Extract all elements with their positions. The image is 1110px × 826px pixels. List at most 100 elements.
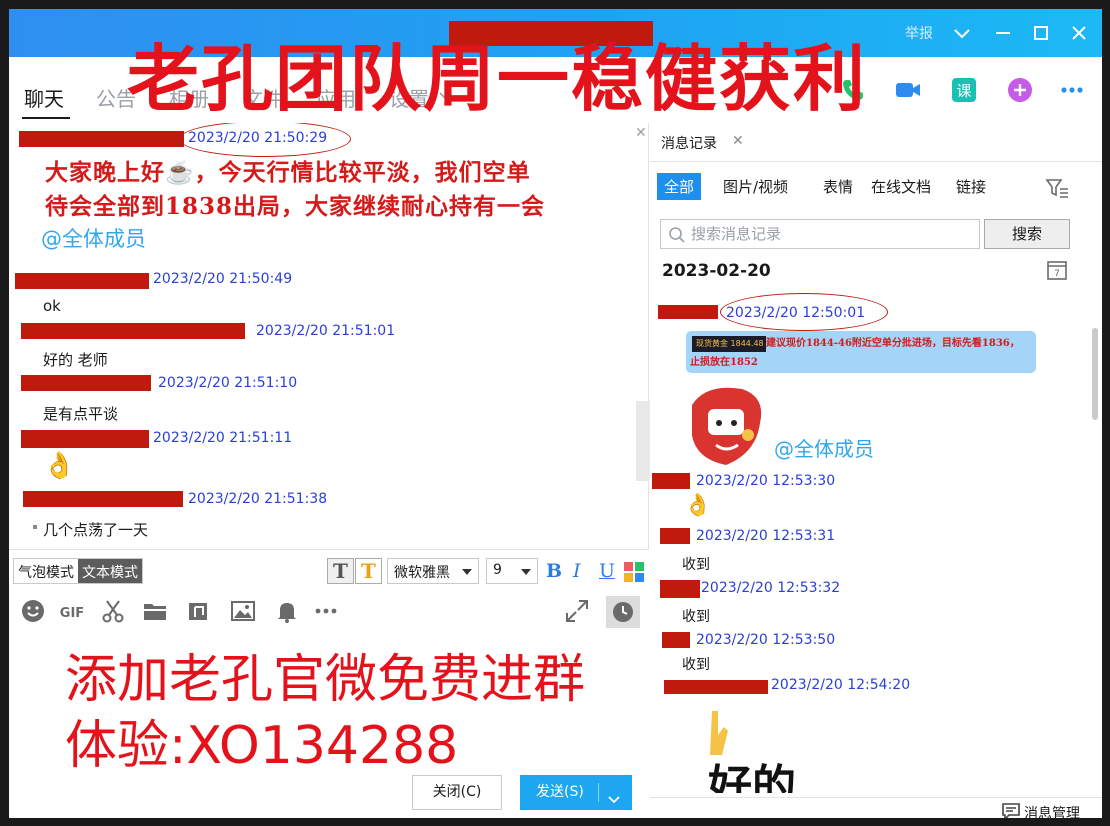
message-time: 2023/2/20 21:50:29	[188, 130, 328, 146]
bell-icon[interactable]	[274, 598, 300, 624]
tab-chat[interactable]: 聊天	[24, 83, 64, 112]
bold-button[interactable]: B	[546, 560, 562, 582]
send-divider	[598, 783, 599, 802]
good-sticker-image[interactable]: 好的	[696, 705, 821, 793]
svg-text:GIF: GIF	[60, 606, 84, 621]
message-text: ok	[43, 297, 61, 315]
search-button[interactable]: 搜索	[984, 219, 1070, 249]
sticker-image[interactable]	[686, 383, 768, 475]
redacted-sender	[658, 305, 718, 319]
font-size-value: 9	[493, 562, 502, 578]
add-app-icon[interactable]	[1005, 75, 1035, 105]
message-history-panel: 消息记录 ✕ 全部 图片/视频 表情 在线文档 链接 搜索 2023-02-20…	[650, 123, 1102, 818]
message-text: 是有点平谈	[43, 405, 119, 423]
message-time: 2023/2/20 21:51:10	[158, 375, 298, 391]
history-time: 2023/2/20 12:53:30	[696, 473, 836, 489]
message-time: 2023/2/20 21:51:01	[256, 323, 396, 339]
search-icon	[668, 226, 686, 244]
bubble-mode-button[interactable]: 气泡模式	[14, 559, 78, 583]
clock-icon[interactable]	[606, 596, 640, 628]
chevron-down-icon[interactable]	[950, 21, 974, 45]
image-icon[interactable]	[230, 598, 256, 624]
message-manage-link[interactable]: 消息管理	[1024, 803, 1080, 818]
filter-media[interactable]: 图片/视频	[716, 173, 795, 200]
font-size-select[interactable]: 9	[486, 558, 538, 584]
course-icon[interactable]: 课	[949, 75, 979, 105]
image-tag: 现货黄金 1844.48	[692, 336, 766, 352]
chat-window: 举报 聊天 公告 相册 文件 应用 设置 课 老孔团队周一稳健获利 ✕ 2023…	[9, 9, 1102, 818]
chevron-down-icon	[521, 569, 531, 575]
calendar-icon[interactable]: 7	[1046, 259, 1068, 281]
more-icon[interactable]	[1057, 75, 1087, 105]
close-button[interactable]: 关闭(C)	[412, 775, 502, 810]
color-palette-icon[interactable]	[624, 562, 644, 582]
redacted-sender	[662, 632, 690, 648]
filter-links[interactable]: 链接	[949, 173, 993, 200]
redacted-sender	[652, 473, 690, 489]
divider	[650, 161, 1102, 162]
history-list[interactable]: 2023/2/20 12:50:01 现货黄金 1844.48 建议现价1844…	[650, 283, 1090, 793]
notice-line-1: 大家晚上好☕，今天行情比较平淡，我们空单	[45, 159, 531, 186]
message-time: 2023/2/20 21:51:11	[153, 430, 293, 446]
close-icon[interactable]	[1067, 21, 1091, 45]
message-composer: 气泡模式 文本模式 T T 微软雅黑 9 B I U GIF 添加老孔官微免费进…	[9, 549, 649, 818]
text-mode-button[interactable]: 文本模式	[78, 559, 142, 583]
history-time: 2023/2/20 12:54:20	[771, 677, 911, 693]
history-date: 2023-02-20	[662, 261, 771, 281]
redacted-sender	[660, 528, 690, 544]
chat-messages[interactable]: ✕ 2023/2/20 21:50:29 大家晚上好☕，今天行情比较平淡，我们空…	[9, 123, 649, 549]
history-time: 2023/2/20 12:53:50	[696, 632, 836, 648]
ok-hand-emoji: 👌	[684, 493, 712, 518]
close-icon[interactable]: ✕	[732, 133, 744, 149]
mention-all: @全体成员	[41, 227, 146, 251]
redacted-sender	[23, 491, 183, 507]
expand-icon[interactable]	[564, 598, 590, 624]
message-text: 好的 老师	[43, 351, 108, 369]
image-text: 建议现价1844-46附近空单分批进场，目标先看1836，	[766, 338, 1020, 349]
image-message[interactable]: 现货黄金 1844.48 建议现价1844-46附近空单分批进场，目标先看183…	[686, 331, 1036, 373]
folder-icon[interactable]	[142, 598, 168, 624]
sticker-text: 好的	[707, 761, 796, 793]
italic-button[interactable]: I	[573, 560, 581, 582]
filter-icon[interactable]	[1045, 177, 1069, 199]
send-button[interactable]: 发送(S)	[520, 775, 632, 810]
close-icon[interactable]: ✕	[635, 125, 647, 141]
gif-icon[interactable]: GIF	[59, 598, 85, 624]
filter-all[interactable]: 全部	[657, 173, 702, 200]
ok-hand-emoji: 👌	[43, 451, 76, 481]
redacted-sender	[21, 430, 149, 448]
filter-docs[interactable]: 在线文档	[864, 173, 938, 200]
font-family-select[interactable]: 微软雅黑	[387, 558, 479, 584]
history-time: 2023/2/20 12:50:01	[726, 305, 866, 321]
report-link[interactable]: 举报	[905, 23, 933, 43]
promo-line-2: 体验:XO134288	[65, 716, 459, 776]
scissors-icon[interactable]	[100, 598, 126, 624]
chevron-down-icon[interactable]	[607, 785, 621, 804]
history-tab[interactable]: 消息记录	[661, 133, 717, 153]
redacted-sender	[21, 375, 151, 391]
search-input[interactable]	[691, 224, 971, 244]
history-search	[660, 219, 980, 249]
minimize-icon[interactable]	[991, 21, 1015, 45]
text-style-icon[interactable]: T	[327, 558, 354, 584]
redacted-sender	[660, 580, 700, 598]
history-scrollbar[interactable]	[1092, 328, 1098, 420]
display-mode-toggle: 气泡模式 文本模式	[13, 558, 143, 584]
maximize-icon[interactable]	[1029, 21, 1053, 45]
emoji-icon[interactable]	[20, 598, 46, 624]
video-call-icon[interactable]	[893, 75, 923, 105]
history-text: 收到	[682, 657, 710, 673]
filter-stickers[interactable]: 表情	[816, 173, 860, 200]
history-time: 2023/2/20 12:53:32	[701, 580, 841, 596]
more-icon[interactable]	[313, 598, 339, 624]
calendar-day: 7	[1054, 269, 1060, 279]
underline-button[interactable]: U	[599, 560, 615, 582]
text-color-icon[interactable]: T	[355, 558, 382, 584]
music-note-icon[interactable]	[185, 598, 211, 624]
send-label: 发送(S)	[536, 784, 584, 800]
chat-bubble-icon	[1001, 802, 1021, 818]
mention-all: @全体成员	[774, 437, 874, 461]
message-text: 几个点荡了一天	[43, 521, 149, 539]
divider	[650, 797, 1102, 798]
history-time: 2023/2/20 12:53:31	[696, 528, 836, 544]
